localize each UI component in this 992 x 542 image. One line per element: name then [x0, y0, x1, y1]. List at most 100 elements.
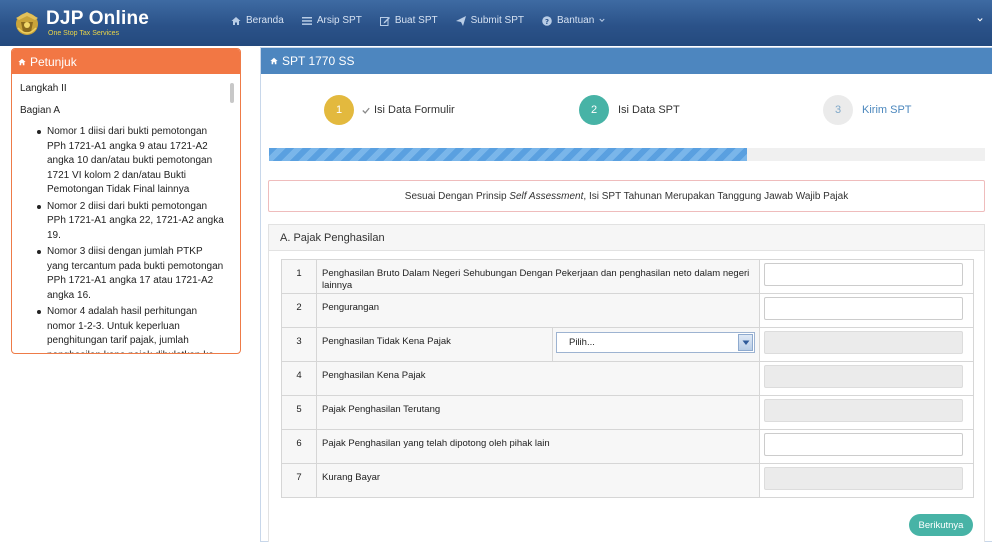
ptkp-select-value: Pilih...	[569, 337, 595, 348]
nav-buat-spt[interactable]: Buat SPT	[379, 15, 438, 26]
nav-label: Bantuan	[557, 15, 595, 26]
petunjuk-panel: Petunjuk Langkah II Bagian A Nomor 1 dii…	[11, 48, 241, 354]
svg-text:?: ?	[545, 17, 549, 25]
list-item: Nomor 2 diisi dari bukti pemotongan PPh …	[37, 200, 224, 244]
row-number: 6	[281, 429, 317, 464]
row-input-cell	[759, 463, 974, 498]
self-assessment-notice: Sesuai Dengan Prinsip Self Assessment, I…	[268, 180, 985, 212]
row-input-cell	[759, 395, 974, 430]
chevron-down-icon	[599, 18, 605, 22]
petunjuk-step: Langkah II	[20, 83, 67, 94]
djp-emblem-icon[interactable]	[12, 8, 42, 38]
section-title: A. Pajak Penghasilan	[269, 225, 984, 251]
pajak-terutang-input	[764, 399, 963, 422]
table-row: 7 Kurang Bayar	[281, 463, 974, 498]
step-number: 2	[579, 95, 609, 125]
notice-text-pre: Sesuai Dengan Prinsip	[404, 190, 510, 202]
wizard-step-3[interactable]: 3 Kirim SPT	[823, 95, 912, 125]
wizard-step-1[interactable]: 1 Isi Data Formulir	[324, 95, 455, 125]
help-icon: ?	[542, 15, 552, 26]
step-label-wrap: Isi Data Formulir	[362, 104, 455, 116]
table-row: 6 Pajak Penghasilan yang telah dipotong …	[281, 429, 974, 464]
table-row: 1 Penghasilan Bruto Dalam Negeri Sehubun…	[281, 259, 974, 294]
ptkp-select[interactable]: Pilih...	[556, 332, 755, 353]
nav-beranda[interactable]: Beranda	[231, 15, 284, 26]
kurang-bayar-input	[764, 467, 963, 490]
home-icon	[231, 16, 241, 25]
progress-fill	[269, 148, 747, 161]
table-row: 5 Pajak Penghasilan Terutang	[281, 395, 974, 430]
row-label: Pajak Penghasilan yang telah dipotong ol…	[316, 429, 760, 464]
select-arrow-button[interactable]	[738, 334, 753, 351]
home-icon	[18, 58, 26, 65]
row-input-cell	[759, 429, 974, 464]
pengurangan-input[interactable]	[764, 297, 963, 320]
step-label: Kirim SPT	[862, 104, 912, 116]
step-label: Isi Data Formulir	[374, 104, 455, 116]
step-number: 3	[823, 95, 853, 125]
step-number: 1	[324, 95, 354, 125]
petunjuk-title: Petunjuk	[30, 54, 77, 69]
step-label: Isi Data SPT	[618, 104, 680, 116]
row-label: Kurang Bayar	[316, 463, 760, 498]
list-icon	[301, 16, 312, 25]
row-input-cell	[759, 327, 974, 362]
brand-title[interactable]: DJP Online	[46, 8, 149, 30]
petunjuk-section: Bagian A	[20, 104, 61, 116]
notice-text-post: , Isi SPT Tahunan Merupakan Tanggung Jaw…	[583, 190, 849, 202]
table-row: 2 Pengurangan	[281, 293, 974, 328]
ptkp-amount-input	[764, 331, 963, 354]
row-label: Pajak Penghasilan Terutang	[316, 395, 760, 430]
pajak-dipotong-input[interactable]	[764, 433, 963, 456]
scrollbar-thumb[interactable]	[230, 83, 234, 103]
brand-subtitle: One Stop Tax Services	[48, 30, 120, 37]
row-label: Penghasilan Bruto Dalam Negeri Sehubunga…	[316, 259, 760, 294]
penghasilan-kena-pajak-input	[764, 365, 963, 388]
spt-panel-header: SPT 1770 SS	[261, 48, 992, 74]
spt-panel-title: SPT 1770 SS	[282, 54, 355, 68]
row-label: Penghasilan Kena Pajak	[316, 361, 760, 396]
top-navbar: DJP Online One Stop Tax Services Beranda…	[0, 0, 992, 46]
nav-arsip-spt[interactable]: Arsip SPT	[301, 15, 362, 26]
row-number: 4	[281, 361, 317, 396]
notice-text-em: Self Assessment	[509, 190, 584, 202]
petunjuk-content[interactable]: Langkah II Bagian A Nomor 1 diisi dari b…	[12, 74, 240, 353]
penghasilan-bruto-input[interactable]	[764, 263, 963, 286]
nav-submit-spt[interactable]: Submit SPT	[455, 15, 524, 26]
row-number: 3	[281, 327, 317, 362]
row-number: 1	[281, 259, 317, 294]
home-icon	[270, 57, 278, 65]
main-nav: Beranda Arsip SPT Buat SPT Submit SPT ? …	[231, 15, 605, 26]
nav-bantuan[interactable]: ? Bantuan	[542, 15, 605, 26]
spt-panel: SPT 1770 SS 1 Isi Data Formulir 2 Isi Da…	[260, 47, 992, 542]
edit-icon	[379, 16, 390, 26]
check-icon	[362, 107, 370, 114]
row-label: Penghasilan Tidak Kena Pajak	[316, 327, 553, 362]
petunjuk-header: Petunjuk	[12, 49, 240, 74]
row-select-cell: Pilih...	[552, 327, 760, 362]
row-input-cell	[759, 259, 974, 294]
nav-label: Buat SPT	[394, 15, 438, 26]
wizard-step-2[interactable]: 2 Isi Data SPT	[579, 95, 680, 125]
chevron-down-icon	[742, 340, 749, 345]
pajak-table: 1 Penghasilan Bruto Dalam Negeri Sehubun…	[281, 259, 974, 498]
list-item: Nomor 3 diisi dengan jumlah PTKP yang te…	[37, 245, 224, 303]
row-input-cell	[759, 361, 974, 396]
petunjuk-list: Nomor 1 diisi dari bukti pemotongan PPh …	[37, 125, 224, 353]
table-row: 4 Penghasilan Kena Pajak	[281, 361, 974, 396]
list-item: Nomor 4 adalah hasil perhitungan nomor 1…	[37, 305, 224, 353]
nav-label: Arsip SPT	[316, 15, 362, 26]
row-number: 5	[281, 395, 317, 430]
nav-label: Beranda	[246, 15, 284, 26]
nav-label: Submit SPT	[470, 15, 524, 26]
row-number: 7	[281, 463, 317, 498]
row-label: Pengurangan	[316, 293, 760, 328]
row-input-cell	[759, 293, 974, 328]
send-icon	[455, 15, 466, 26]
row-number: 2	[281, 293, 317, 328]
wizard-progress-bar	[269, 148, 985, 161]
table-row: 3 Penghasilan Tidak Kena Pajak Pilih...	[281, 327, 974, 362]
next-button[interactable]: Berikutnya	[909, 514, 973, 536]
list-item: Nomor 1 diisi dari bukti pemotongan PPh …	[37, 125, 224, 198]
user-menu-chevron-icon[interactable]	[977, 17, 983, 23]
